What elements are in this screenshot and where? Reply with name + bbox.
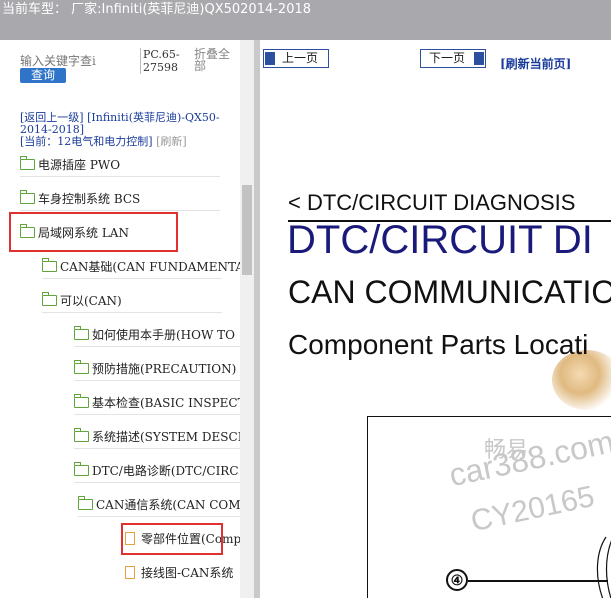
tree-item-label: 基本检查(BASIC INSPECT xyxy=(92,396,240,410)
tree-item-pwo[interactable]: 电源插座 PWO xyxy=(20,153,220,177)
current-vehicle-text: 当前车型： 厂家:Infiniti(英菲尼迪)QX502014-2018 xyxy=(2,2,312,17)
tree-item-can-fundamental[interactable]: CAN基础(CAN FUNDAMENTAL xyxy=(42,255,240,279)
prev-page-label: 上一页 xyxy=(282,51,319,65)
folder-open-icon xyxy=(42,292,57,306)
refresh-link[interactable]: [刷新] xyxy=(156,135,187,148)
pc-code-label: PC.65-27598 xyxy=(140,48,191,74)
collapse-all-link[interactable]: 折叠全部 xyxy=(194,48,238,72)
callout-4: ④ xyxy=(446,569,468,591)
scrollbar-thumb[interactable] xyxy=(242,185,252,275)
title-bar: 当前车型： 厂家:Infiniti(英菲尼迪)QX502014-2018 xyxy=(0,0,611,40)
search-toolbar: 查询 PC.65-27598 折叠全部 xyxy=(0,48,240,88)
right-arrow-icon xyxy=(474,52,484,65)
tree-item-system-desc[interactable]: 系统描述(SYSTEM DESCR xyxy=(74,425,240,449)
sidebar-scrollbar[interactable] xyxy=(240,40,254,598)
doc-title: DTC/CIRCUIT DI xyxy=(287,218,593,262)
doc-subtitle: CAN COMMUNICATIO xyxy=(288,274,611,310)
refresh-page-link[interactable]: [刷新当前页] xyxy=(500,55,571,72)
next-page-label: 下一页 xyxy=(429,51,466,65)
tree-item-label: 系统描述(SYSTEM DESCR xyxy=(92,430,240,444)
callout-line xyxy=(468,580,608,582)
content-pane: 上一页 下一页 [刷新当前页] < DTC/CIRCUIT DIAGNOSIS … xyxy=(260,40,611,598)
tree-item-label: 可以(CAN) xyxy=(60,294,122,308)
folder-icon xyxy=(74,428,89,442)
tree-item-precaution[interactable]: 预防措施(PRECAUTION) xyxy=(74,357,240,381)
nav-block: [返回上一级] [Infiniti(英菲尼迪)-QX50-2014-2018] … xyxy=(20,112,240,148)
tree-item-label: 如何使用本手册(HOW TO xyxy=(92,328,235,342)
file-icon xyxy=(125,566,135,579)
left-arrow-icon xyxy=(265,52,275,65)
folder-icon xyxy=(74,326,89,340)
tree-item-label: 接线图-CAN系统 xyxy=(141,566,234,580)
tree-item-label: CAN通信系统(CAN COM xyxy=(96,498,240,512)
tree-item-dtc-circuit[interactable]: DTC/电路诊断(DTC/CIRC xyxy=(74,459,240,483)
folder-open-icon xyxy=(74,462,89,476)
prev-page-button[interactable]: 上一页 xyxy=(263,49,329,68)
folder-icon xyxy=(74,360,89,374)
sidebar: 查询 PC.65-27598 折叠全部 [返回上一级] [Infiniti(英菲… xyxy=(0,40,254,598)
folder-icon xyxy=(42,258,57,272)
tree-item-label: CAN基础(CAN FUNDAMENTAL xyxy=(60,260,240,274)
tree-item-label: 车身控制系统 BCS xyxy=(38,192,141,206)
folder-icon xyxy=(20,156,35,170)
folder-open-icon xyxy=(78,496,93,510)
tree-item-wiring[interactable]: 接线图-CAN系统 xyxy=(125,561,240,585)
current-category: [当前：12电气和电力控制] xyxy=(20,135,153,148)
tree-item-how-to[interactable]: 如何使用本手册(HOW TO xyxy=(74,323,240,347)
tree-item-basic-inspect[interactable]: 基本检查(BASIC INSPECT xyxy=(74,391,240,415)
highlight-box-lan xyxy=(9,212,178,252)
tree-item-can[interactable]: 可以(CAN) xyxy=(42,289,240,313)
highlight-box-component xyxy=(121,523,223,555)
next-page-button[interactable]: 下一页 xyxy=(420,49,486,68)
folder-icon xyxy=(20,190,35,204)
tree-item-bcs[interactable]: 车身控制系统 BCS xyxy=(20,187,220,211)
doc-heading: Component Parts Locati xyxy=(288,329,589,360)
tree-item-label: 电源插座 PWO xyxy=(38,158,121,172)
search-button[interactable]: 查询 xyxy=(20,68,66,83)
doc-breadcrumb: < DTC/CIRCUIT DIAGNOSIS xyxy=(288,190,576,215)
tree-item-label: 预防措施(PRECAUTION) xyxy=(92,362,237,376)
tree-item-label: DTC/电路诊断(DTC/CIRC xyxy=(92,464,239,478)
tree-item-can-comm[interactable]: CAN通信系统(CAN COM xyxy=(78,493,240,517)
folder-icon xyxy=(74,394,89,408)
content-toolbar: 上一页 下一页 [刷新当前页] xyxy=(260,40,611,80)
